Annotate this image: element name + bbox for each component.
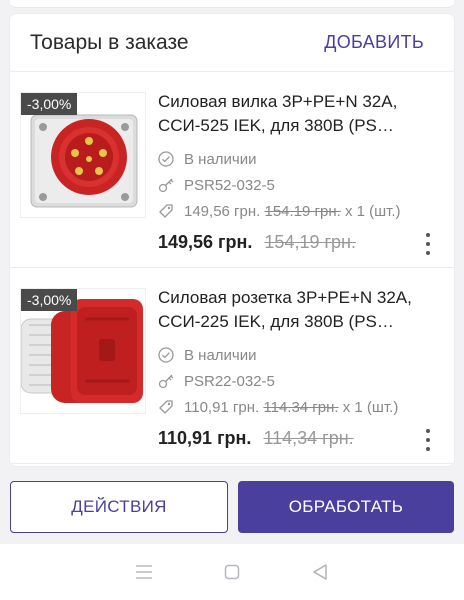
item-price: 110,91 грн. <box>158 428 252 448</box>
order-item[interactable]: -3,00% Силовая розетка 3Р+РЕ+N 32А, ССИ-… <box>10 268 454 464</box>
unit-price: 110,91 грн. <box>184 398 260 416</box>
system-navigation-bar <box>0 544 464 600</box>
unit-price-row: 149,56 грн. 154.19 грн. x 1 (шт.) <box>158 198 448 224</box>
stock-status: В наличии <box>158 146 448 172</box>
back-triangle-icon[interactable] <box>305 557 335 587</box>
card-title: Товары в заказе <box>30 30 189 54</box>
item-old-price: 114,34 грн. <box>263 428 354 448</box>
sku-text: PSR52-032-5 <box>184 176 275 194</box>
unit-price-row: 110,91 грн. 114.34 грн. x 1 (шт.) <box>158 394 448 420</box>
actions-button[interactable]: ДЕЙСТВИЯ <box>10 481 228 533</box>
menu-icon[interactable] <box>129 557 159 587</box>
more-options-icon[interactable] <box>418 426 438 454</box>
item-name[interactable]: Силовая вилка 3Р+РЕ+N 32А, ССИ-525 IEK, … <box>158 90 448 138</box>
item-info: Силовая розетка 3Р+РЕ+N 32А, ССИ-225 IEK… <box>158 286 448 420</box>
unit-old-price: 114.34 грн. <box>263 398 339 416</box>
key-icon <box>158 177 178 193</box>
discount-badge: -3,00% <box>21 93 78 115</box>
card-header: Товары в заказе ДОБАВИТЬ <box>10 14 454 72</box>
tag-icon <box>158 203 178 219</box>
order-item[interactable]: -3,00% Силовая вилка 3Р+РЕ+N 32А, ССИ-52… <box>10 72 454 268</box>
more-options-icon[interactable] <box>418 230 438 258</box>
top-scroll-edge <box>0 0 464 12</box>
stock-text: В наличии <box>184 346 257 364</box>
home-square-icon[interactable] <box>217 557 247 587</box>
check-circle-icon <box>158 151 178 167</box>
tag-icon <box>158 399 178 415</box>
product-image[interactable]: -3,00% <box>20 288 146 414</box>
item-price: 149,56 грн. <box>158 232 253 252</box>
stock-text: В наличии <box>184 150 257 168</box>
sku-text: PSR22-032-5 <box>184 372 275 390</box>
item-old-price: 154,19 грн. <box>264 232 356 252</box>
stock-status: В наличии <box>158 342 448 368</box>
discount-badge: -3,00% <box>21 289 78 311</box>
sku-row: PSR22-032-5 <box>158 368 448 394</box>
order-items-card: Товары в заказе ДОБАВИТЬ -3,00% Силовая … <box>10 14 454 466</box>
action-bar: ДЕЙСТВИЯ ОБРАБОТАТЬ <box>10 481 454 533</box>
process-button[interactable]: ОБРАБОТАТЬ <box>238 481 454 533</box>
check-circle-icon <box>158 347 178 363</box>
add-item-button[interactable]: ДОБАВИТЬ <box>324 32 424 53</box>
item-name[interactable]: Силовая розетка 3Р+РЕ+N 32А, ССИ-225 IEK… <box>158 286 448 334</box>
price-row: 149,56 грн. 154,19 грн. <box>158 232 356 253</box>
quantity-text: x 1 (шт.) <box>342 398 399 416</box>
product-image[interactable]: -3,00% <box>20 92 146 218</box>
unit-old-price: 154.19 грн. <box>264 202 341 220</box>
unit-price: 149,56 грн. <box>184 202 261 220</box>
price-row: 110,91 грн. 114,34 грн. <box>158 428 354 449</box>
quantity-text: x 1 (шт.) <box>344 202 401 220</box>
key-icon <box>158 373 178 389</box>
sku-row: PSR52-032-5 <box>158 172 448 198</box>
item-info: Силовая вилка 3Р+РЕ+N 32А, ССИ-525 IEK, … <box>158 90 448 224</box>
